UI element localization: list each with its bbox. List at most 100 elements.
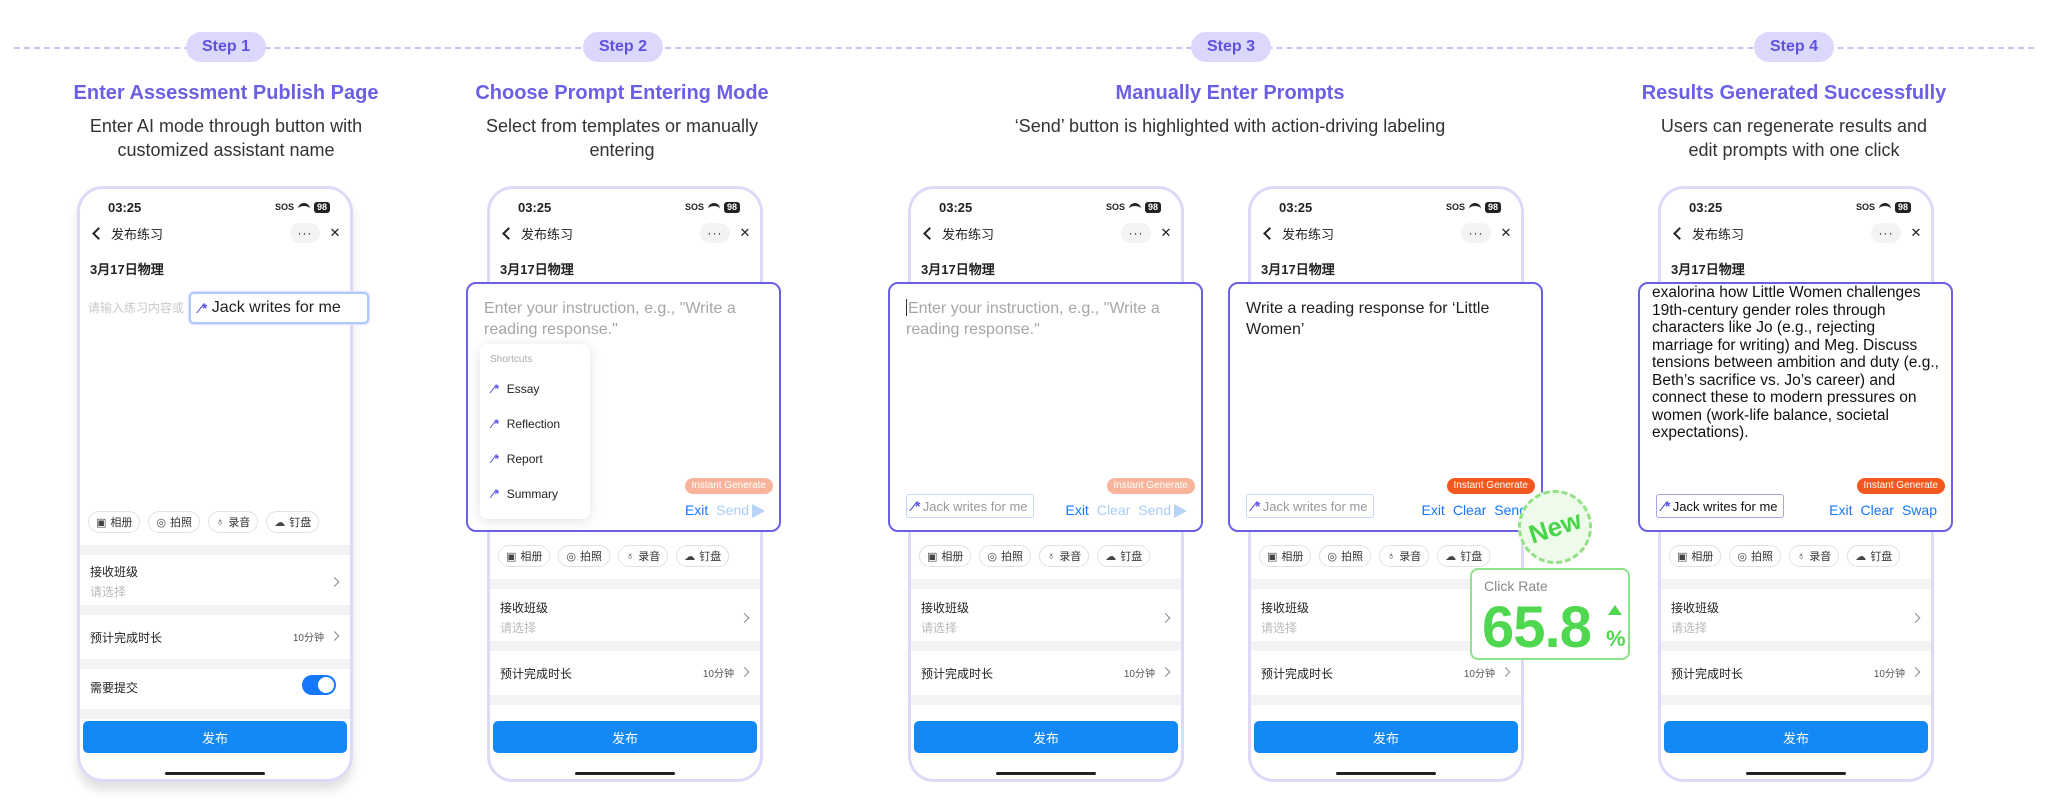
publish-button[interactable]: 发布: [493, 721, 757, 753]
content-input[interactable]: 请输入练习内容或: [88, 299, 184, 316]
chevron-right-icon: [329, 631, 340, 641]
status-time: 03:25: [1689, 199, 1723, 215]
more-button[interactable]: ···: [1121, 223, 1151, 243]
close-icon[interactable]: ✕: [328, 225, 342, 241]
duration-row[interactable]: 预计完成时长 10分钟: [1261, 665, 1511, 681]
camera-button[interactable]: ◎ 拍照: [979, 545, 1032, 567]
class-row[interactable]: 接收班级 请选择: [500, 599, 750, 636]
camera-icon: ◎: [987, 550, 998, 563]
chevron-right-icon: [739, 667, 750, 677]
step-3-desc: ‘Send’ button is highlighted with action…: [1014, 116, 1446, 136]
exit-button[interactable]: Exit: [1065, 502, 1088, 518]
divider: [490, 579, 760, 589]
back-icon[interactable]: [1673, 226, 1686, 240]
camera-button[interactable]: ◎ 拍照: [1319, 545, 1372, 567]
back-icon[interactable]: [1263, 226, 1276, 240]
chip-label: 录音: [1809, 551, 1832, 563]
ai-assistant-button[interactable]: ⁄* Jack writes for me: [189, 292, 369, 324]
shortcut-report[interactable]: ⁄* Report: [480, 441, 590, 476]
swap-button[interactable]: Swap: [1902, 502, 1937, 518]
duration-row[interactable]: 预计完成时长 10分钟: [90, 629, 340, 645]
camera-button[interactable]: ◎ 拍照: [558, 545, 611, 567]
send-button[interactable]: Send: [716, 502, 765, 518]
more-button[interactable]: ···: [290, 223, 320, 243]
drive-button[interactable]: ☁ 钉盘: [266, 511, 320, 533]
drive-button[interactable]: ☁ 钉盘: [676, 545, 730, 567]
clear-button[interactable]: Clear: [1453, 502, 1486, 518]
divider: [1661, 695, 1931, 705]
close-icon[interactable]: ✕: [1909, 225, 1923, 241]
publish-button[interactable]: 发布: [914, 721, 1178, 753]
submit-toggle[interactable]: [302, 675, 336, 695]
divider: [911, 641, 1181, 651]
duration-value: 10分钟: [1463, 669, 1495, 680]
camera-button[interactable]: ◎ 拍照: [1729, 545, 1782, 567]
record-button[interactable]: ♁ 录音: [1789, 545, 1840, 567]
chip-label: 相册: [1281, 551, 1304, 563]
panel-actions: Exit Clear Send: [1065, 502, 1187, 518]
class-row[interactable]: 接收班级 请选择: [1671, 599, 1921, 636]
back-icon[interactable]: [92, 226, 105, 240]
back-icon[interactable]: [923, 226, 936, 240]
class-row[interactable]: 接收班级 请选择: [90, 563, 340, 600]
close-icon[interactable]: ✕: [1159, 225, 1173, 241]
album-button[interactable]: ▣ 相册: [498, 545, 551, 567]
assistant-name: Jack writes for me: [211, 299, 341, 316]
sos-label: SOS: [684, 202, 704, 212]
more-button[interactable]: ···: [1461, 223, 1491, 243]
drive-button[interactable]: ☁ 钉盘: [1097, 545, 1151, 567]
assistant-name: Jack writes for me: [1672, 498, 1778, 514]
publish-button[interactable]: 发布: [83, 721, 347, 753]
generated-result[interactable]: exalorina how Little Women challenges 19…: [1652, 284, 1939, 442]
class-row[interactable]: 接收班级 请选择: [921, 599, 1171, 636]
instruction-input[interactable]: Write a reading response for ‘Little Wom…: [1246, 298, 1525, 340]
clear-button[interactable]: Clear: [1861, 502, 1894, 518]
battery-icon: 98: [1144, 201, 1161, 213]
nav-bar: 发布练习 ··· ✕: [1671, 221, 1923, 245]
close-icon[interactable]: ✕: [1499, 225, 1513, 241]
drive-button[interactable]: ☁ 钉盘: [1847, 545, 1901, 567]
record-button[interactable]: ♁ 录音: [1039, 545, 1090, 567]
more-button[interactable]: ···: [1871, 223, 1901, 243]
shortcut-summary[interactable]: ⁄* Summary: [480, 476, 590, 511]
album-button[interactable]: ▣ 相册: [919, 545, 972, 567]
publish-button[interactable]: 发布: [1664, 721, 1928, 753]
ai-assistant-button[interactable]: ⁄* Jack writes for me: [906, 494, 1034, 518]
instant-generate-badge: Instant Generate: [1106, 478, 1195, 494]
more-button[interactable]: ···: [700, 223, 730, 243]
shortcut-essay[interactable]: ⁄* Essay: [480, 371, 590, 406]
exit-button[interactable]: Exit: [1421, 502, 1444, 518]
chip-label: 拍照: [1341, 551, 1364, 563]
shortcuts-menu: Shortcuts ⁄* Essay ⁄* Reflection ⁄* Report …: [480, 344, 590, 519]
assistant-name: Jack writes for me: [1262, 498, 1368, 514]
record-button[interactable]: ♁ 录音: [618, 545, 669, 567]
record-button[interactable]: ♁ 录音: [208, 511, 259, 533]
shortcut-reflection[interactable]: ⁄* Reflection: [480, 406, 590, 441]
duration-row[interactable]: 预计完成时长 10分钟: [1671, 665, 1921, 681]
step-2-desc: Select from templates or manually enteri…: [485, 116, 759, 160]
submit-label: 需要提交: [90, 681, 139, 695]
exit-button[interactable]: Exit: [685, 502, 708, 518]
instruction-input[interactable]: Enter your instruction, e.g., "Write a r…: [906, 298, 1185, 340]
duration-row[interactable]: 预计完成时长 10分钟: [500, 665, 750, 681]
back-icon[interactable]: [502, 226, 515, 240]
clear-button[interactable]: Clear: [1097, 502, 1130, 518]
sos-label: SOS: [1855, 202, 1875, 212]
ai-assistant-button[interactable]: ⁄* Jack writes for me: [1656, 494, 1784, 518]
album-button[interactable]: ▣ 相册: [88, 511, 141, 533]
close-icon[interactable]: ✕: [738, 225, 752, 241]
shortcut-label: Reflection: [506, 416, 561, 431]
album-button[interactable]: ▣ 相册: [1669, 545, 1722, 567]
send-label: Send: [1138, 502, 1171, 518]
send-button[interactable]: Send: [1138, 502, 1187, 518]
class-label: 接收班级: [921, 601, 970, 615]
ai-assistant-button[interactable]: ⁄* Jack writes for me: [1246, 494, 1374, 518]
publish-button[interactable]: 发布: [1254, 721, 1518, 753]
record-button[interactable]: ♁ 录音: [1379, 545, 1430, 567]
exit-button[interactable]: Exit: [1829, 502, 1852, 518]
duration-row[interactable]: 预计完成时长 10分钟: [921, 665, 1171, 681]
album-button[interactable]: ▣ 相册: [1259, 545, 1312, 567]
camera-button[interactable]: ◎ 拍照: [148, 511, 201, 533]
instruction-input[interactable]: Enter your instruction, e.g., "Write a r…: [484, 298, 763, 340]
drive-button[interactable]: ☁ 钉盘: [1437, 545, 1491, 567]
